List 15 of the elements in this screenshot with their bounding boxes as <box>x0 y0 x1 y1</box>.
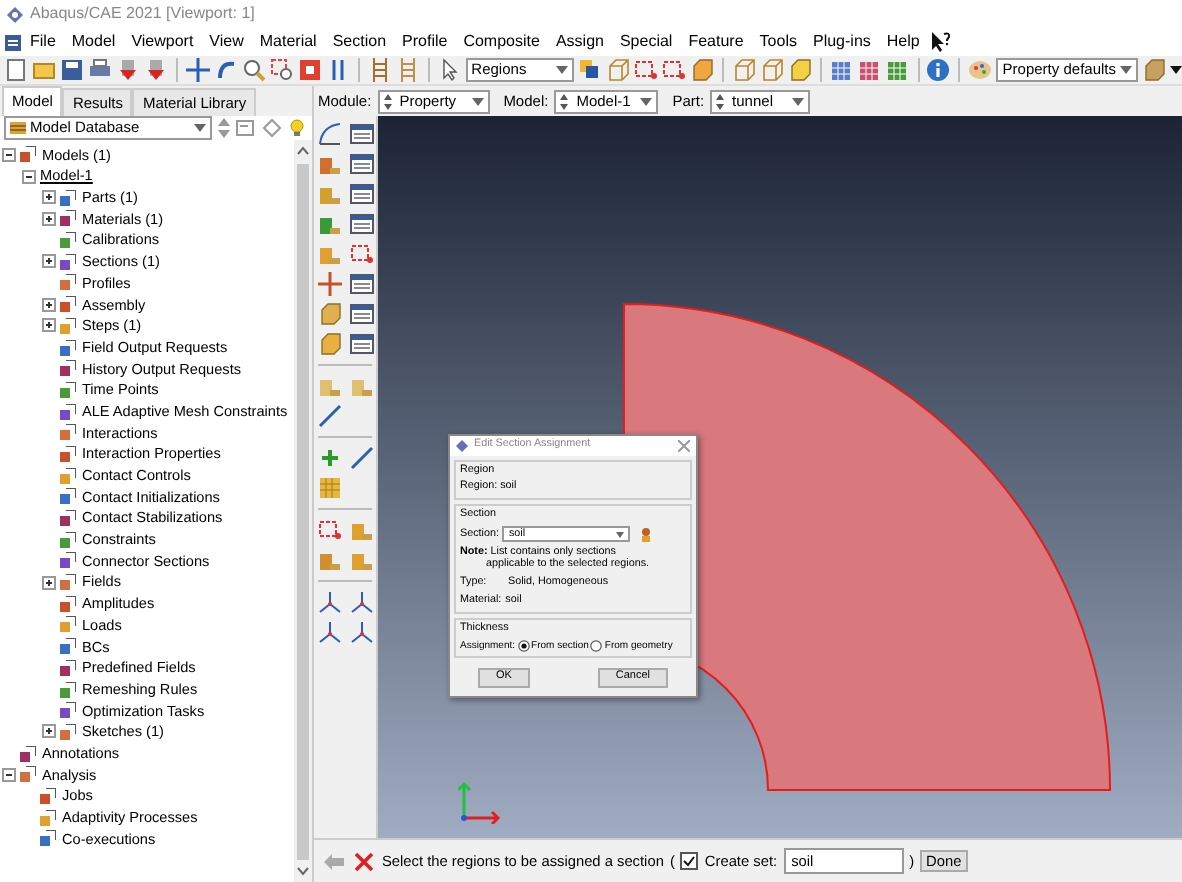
menu-item[interactable]: Material <box>251 28 325 56</box>
menu-item[interactable]: Profile <box>394 28 456 56</box>
menu-item[interactable]: Viewport <box>123 28 202 56</box>
menu-item[interactable]: Tools <box>751 28 805 56</box>
menu-item[interactable]: Section <box>324 28 395 56</box>
menu-item[interactable]: View <box>201 28 252 56</box>
menu-item[interactable]: Assign <box>547 28 612 56</box>
menu-item[interactable]: File <box>22 28 64 56</box>
menu-item[interactable]: Feature <box>680 28 752 56</box>
menu-item[interactable]: Plug-ins <box>804 28 879 56</box>
menu-item[interactable]: Special <box>611 28 681 56</box>
menu-item[interactable]: Help <box>878 28 928 56</box>
window-title: Abaqus/CAE 2021 [Viewport: 1] <box>30 6 255 22</box>
menu-item[interactable]: Composite <box>455 28 548 56</box>
menu-item[interactable]: Model <box>63 28 124 56</box>
